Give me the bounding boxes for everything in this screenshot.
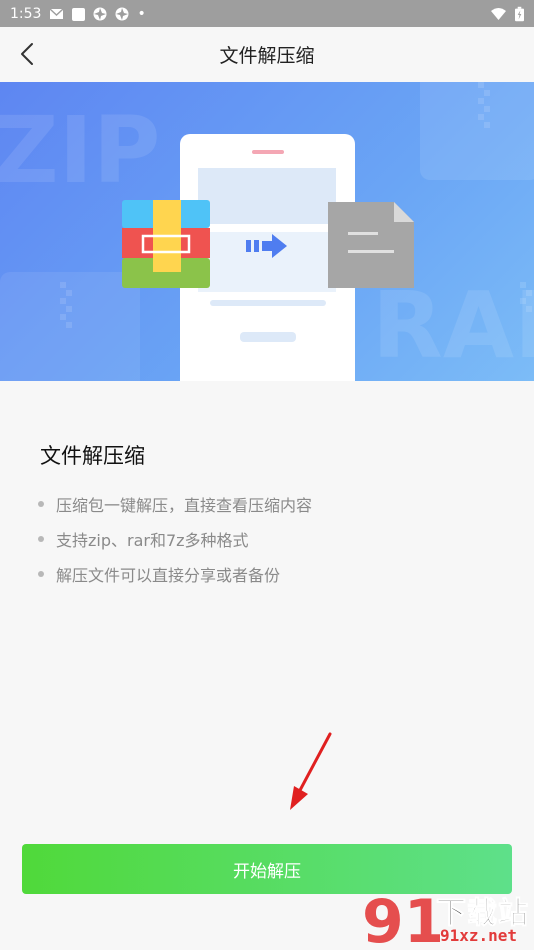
status-bar: 1:53 •: [0, 0, 534, 27]
feature-list: 压缩包一键解压，直接查看压缩内容 支持zip、rar和7z多种格式 解压文件可以…: [38, 486, 312, 591]
feature-item: 压缩包一键解压，直接查看压缩内容: [38, 486, 312, 521]
watermark-logo-text: 91: [362, 887, 440, 950]
feature-banner: ZIP RAI: [0, 82, 534, 381]
watermark-logo: 91: [362, 887, 440, 950]
wifi-icon: [491, 7, 506, 20]
back-button[interactable]: [8, 35, 46, 73]
bullet-icon: [38, 535, 44, 542]
back-arrow-icon: [21, 43, 33, 65]
status-time: 1:53: [10, 5, 42, 22]
status-dot: •: [137, 5, 146, 22]
feature-item: 支持zip、rar和7z多种格式: [38, 521, 312, 556]
shutter-icon-2: [115, 7, 129, 20]
watermark-site-url: 91xz.net: [440, 926, 518, 945]
feature-text: 支持zip、rar和7z多种格式: [56, 530, 249, 550]
feature-text: 解压文件可以直接分享或者备份: [56, 565, 281, 585]
mail-icon: [49, 7, 64, 19]
annotation-arrow-icon: [290, 732, 332, 810]
battery-icon: [515, 6, 524, 21]
feature-title: 文件解压缩: [40, 444, 145, 468]
site-watermark: 91 下载站 91xz.net: [360, 884, 534, 950]
bullet-icon: [38, 570, 44, 577]
banner-bg-text-rai: RAI: [372, 272, 534, 379]
app-square-icon: [72, 7, 86, 21]
file-illustration: [328, 202, 414, 288]
app-header: 文件解压缩: [0, 27, 534, 81]
bullet-icon: [38, 500, 44, 507]
banner-illustration: ZIP RAI: [0, 82, 534, 381]
page-title: 文件解压缩: [219, 44, 315, 67]
archive-illustration: [122, 200, 210, 288]
feature-text: 压缩包一键解压，直接查看压缩内容: [56, 495, 313, 515]
banner-bg-text-zip: ZIP: [0, 97, 160, 204]
shutter-icon: [93, 7, 107, 20]
feature-item: 解压文件可以直接分享或者备份: [38, 556, 312, 591]
